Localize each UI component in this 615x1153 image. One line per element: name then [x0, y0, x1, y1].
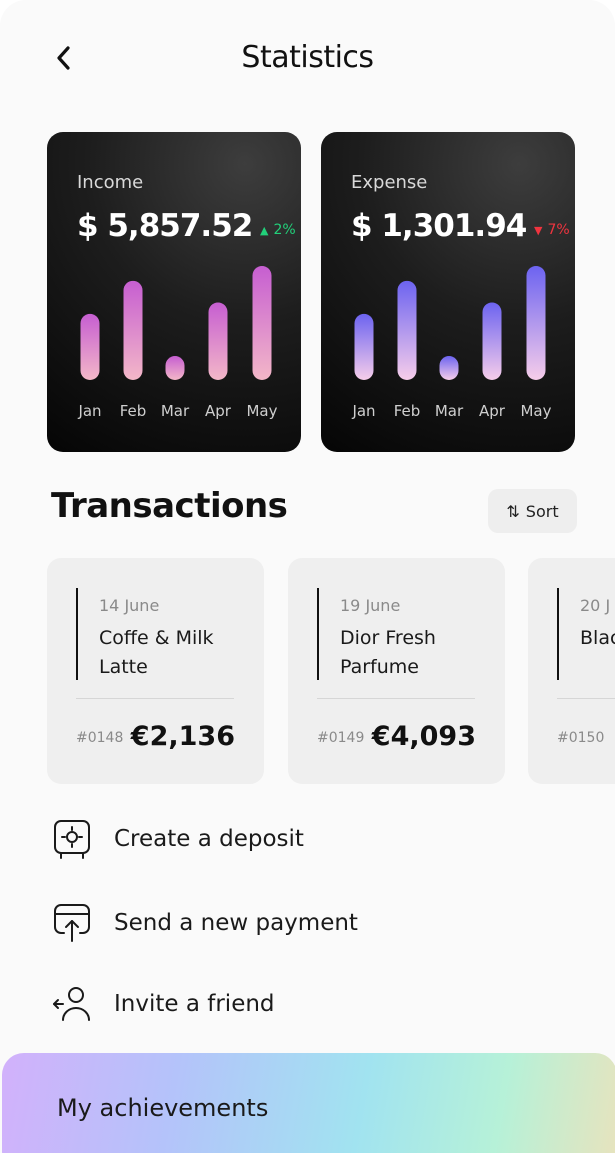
- income-month-label: Jan: [78, 402, 102, 420]
- expense-month-label: Apr: [479, 402, 505, 420]
- expense-bar-jan: [354, 313, 374, 380]
- create-deposit-label: Create a deposit: [114, 826, 304, 852]
- transaction-id: #0149: [317, 730, 365, 746]
- transactions-title: Transactions: [51, 486, 288, 526]
- sort-arrows-icon: ⇅: [506, 501, 520, 521]
- transaction-accent-bar: [317, 588, 319, 680]
- income-month-label: Mar: [160, 402, 190, 420]
- send-payment-icon: [52, 901, 92, 945]
- expense-month-label: Feb: [393, 402, 421, 420]
- transaction-id: #0150: [557, 730, 605, 746]
- expense-bar-mar: [439, 356, 459, 380]
- transaction-date: 14 June: [99, 596, 160, 615]
- expense-month-label: May: [520, 402, 552, 420]
- page-title: Statistics: [241, 40, 374, 75]
- transaction-divider: [317, 698, 475, 699]
- expense-bar-feb: [397, 280, 417, 380]
- transaction-divider: [557, 698, 615, 699]
- achievements-label: My achievements: [57, 1094, 269, 1122]
- income-month-label: Apr: [205, 402, 231, 420]
- send-payment-action[interactable]: Send a new payment: [52, 899, 358, 947]
- statistics-screen: Statistics Income $ 5,857.52 ▲ 2% Jan Feb…: [0, 0, 615, 1153]
- transaction-name: Dior Fresh Parfume: [340, 627, 436, 678]
- transaction-accent-bar: [557, 588, 559, 680]
- transaction-id: #0148: [76, 730, 124, 746]
- transaction-card[interactable]: 20 J Blac and #0150: [528, 558, 615, 784]
- achievements-panel[interactable]: My achievements: [2, 1053, 615, 1153]
- create-deposit-action[interactable]: Create a deposit: [52, 815, 304, 863]
- income-month-label: Feb: [119, 402, 147, 420]
- transaction-amount: €4,093: [371, 721, 476, 752]
- income-bar-jan: [80, 313, 100, 380]
- safe-icon: [52, 817, 92, 861]
- income-bar-may: [252, 266, 272, 380]
- send-payment-label: Send a new payment: [114, 910, 358, 936]
- transaction-card[interactable]: 14 June Coffe & Milk Latte #0148 €2,136: [47, 558, 264, 784]
- expense-card[interactable]: Expense $ 1,301.94 ▼ 7% Jan Feb Mar Apr May: [321, 132, 575, 452]
- invite-friend-action[interactable]: Invite a friend: [52, 980, 275, 1028]
- transaction-amount: €2,136: [130, 721, 235, 752]
- sort-label: Sort: [525, 501, 559, 521]
- expense-bar-apr: [482, 302, 502, 380]
- invite-friend-label: Invite a friend: [114, 991, 275, 1017]
- transaction-date: 19 June: [340, 596, 401, 615]
- expense-month-label: Jan: [352, 402, 376, 420]
- transaction-card[interactable]: 19 June Dior Fresh Parfume #0149 €4,093: [288, 558, 505, 784]
- transaction-name: Coffe & Milk Latte: [99, 627, 214, 678]
- expense-month-label: Mar: [434, 402, 464, 420]
- transaction-name: Blac and: [580, 627, 615, 649]
- transaction-accent-bar: [76, 588, 78, 680]
- income-month-label: May: [246, 402, 278, 420]
- transaction-divider: [76, 698, 234, 699]
- income-card[interactable]: Income $ 5,857.52 ▲ 2% Jan Feb Mar Apr May: [47, 132, 301, 452]
- sort-button[interactable]: ⇅ Sort: [488, 489, 577, 533]
- transaction-date: 20 J: [580, 596, 611, 615]
- income-bar-apr: [208, 302, 228, 380]
- income-bar-feb: [123, 280, 143, 380]
- income-bar-mar: [165, 356, 185, 380]
- invite-friend-icon: [52, 982, 92, 1026]
- expense-bar-may: [526, 266, 546, 380]
